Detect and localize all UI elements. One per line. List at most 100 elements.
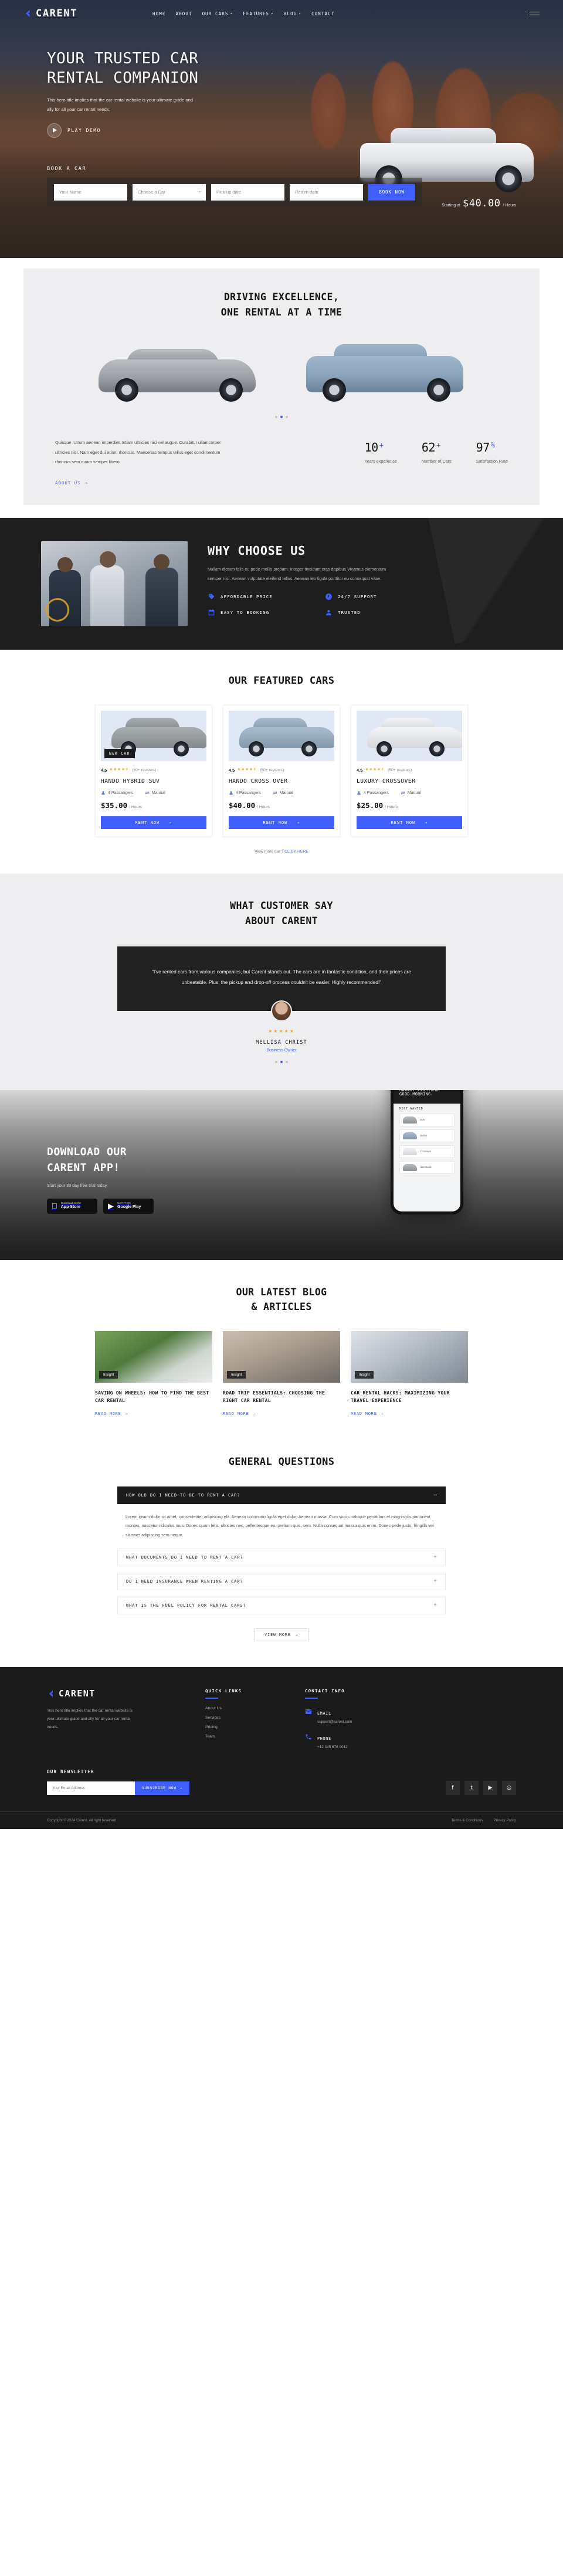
choose-car-select[interactable]: Choose a Car ▾ xyxy=(133,184,206,201)
subscribe-now-button[interactable]: SUBSCRIBE NOW → xyxy=(135,1781,190,1795)
main-navigation: HOME ABOUT OUR CARS ▾ FEATURES ▾ BLOG ▾ CON… xyxy=(152,11,334,16)
blog-title: OUR LATEST BLOG & ARTICLES xyxy=(236,1286,327,1313)
car-name: HANDO HYBRID SUV xyxy=(101,778,160,785)
read-more-link[interactable]: READ MORE → xyxy=(223,1411,256,1416)
view-more-cars-link[interactable]: CLICK HERE xyxy=(284,850,308,854)
phone-list-item[interactable]: SUV xyxy=(399,1113,455,1126)
read-more-link[interactable]: READ MORE → xyxy=(95,1411,128,1416)
logo-link[interactable]: CARENT xyxy=(23,8,77,19)
play-icon[interactable] xyxy=(47,123,62,138)
testimonial-title: WHAT CUSTOMER SAY ABOUT CARENT xyxy=(230,900,333,926)
phone-list-item[interactable]: Crossover xyxy=(399,1145,455,1158)
car-rating: 4.5 ★★★★⯨ (50+ reviews) xyxy=(101,768,157,773)
car-card[interactable]: NEW CAR 4.5 ★★★★⯨ (50+ reviews) HANDO HY… xyxy=(95,705,212,837)
price-tag-icon xyxy=(208,593,215,600)
twitter-icon[interactable]: t xyxy=(464,1780,479,1795)
faq-question-toggle[interactable]: HOW OLD DO I NEED TO BE TO RENT A CAR? – xyxy=(117,1486,446,1504)
star-rating-icon: ★★★★⯨ xyxy=(109,768,128,772)
car-passengers: 4 Passangers xyxy=(229,790,261,795)
contact-email[interactable]: EMAIL support@carent.com xyxy=(305,1707,516,1724)
hero-title: YOUR TRUSTED CAR RENTAL COMPANION xyxy=(47,49,516,89)
carousel-dot[interactable] xyxy=(286,1060,288,1063)
faq-question-toggle[interactable]: DO I NEED INSURANCE WHEN RENTING A CAR? … xyxy=(117,1573,446,1591)
showcase-suv-image xyxy=(300,337,470,403)
why-choose-us-title: WHY CHOOSE US xyxy=(208,544,306,558)
play-demo-row[interactable]: PLAY DEMO xyxy=(47,123,516,138)
car-price: $35.00 xyxy=(101,801,128,810)
carousel-dot-active[interactable] xyxy=(280,1060,283,1063)
price-unit: / Hours xyxy=(503,203,516,208)
nav-item-blog[interactable]: BLOG ▾ xyxy=(284,11,301,16)
nav-item-our-cars[interactable]: OUR CARS ▾ xyxy=(202,11,233,16)
google-play-button[interactable]: ▶ GET IT ON Google Play xyxy=(103,1198,154,1214)
privacy-link[interactable]: Privacy Policy xyxy=(493,1818,516,1822)
stat-satisfaction-rate: 97% Satisfaction Rate xyxy=(476,440,508,464)
instagram-icon[interactable]: ◎ xyxy=(502,1780,516,1795)
footer-link-team[interactable]: Team xyxy=(205,1735,282,1739)
app-store-button[interactable]:  Download on the App Store xyxy=(47,1198,97,1214)
read-more-link[interactable]: READ MORE → xyxy=(351,1411,384,1416)
name-input[interactable] xyxy=(54,184,127,201)
faq-question-toggle[interactable]: WHAT IS THE FUEL POLICY FOR RENTAL CARS?… xyxy=(117,1597,446,1615)
car-thumbnail: NEW CAR xyxy=(101,711,206,762)
blog-post[interactable]: Insight CAR RENTAL HACKS: MAXIMIZING YOU… xyxy=(351,1331,468,1418)
hamburger-menu-icon[interactable] xyxy=(530,10,540,18)
nav-item-contact[interactable]: CONTACT xyxy=(311,11,334,16)
person-icon xyxy=(357,790,361,795)
book-a-car-label: BOOK A CAR xyxy=(47,165,87,172)
page-root: CARENT HOME ABOUT OUR CARS ▾ FEATURES ▾ BL… xyxy=(0,0,563,1829)
terms-link[interactable]: Terms & Conditions xyxy=(452,1818,483,1822)
hero-section: CARENT HOME ABOUT OUR CARS ▾ FEATURES ▾ BL… xyxy=(0,0,563,258)
brand-name: CARENT xyxy=(36,8,78,19)
testimonial-dots[interactable] xyxy=(0,1060,563,1063)
person-icon xyxy=(101,790,106,795)
car-passengers: 4 Passangers xyxy=(101,790,133,795)
footer-logo[interactable]: CARENT xyxy=(47,1688,182,1699)
return-date-input[interactable] xyxy=(290,184,363,201)
phone-section-title: MOST WANTED xyxy=(399,1107,423,1111)
youtube-icon[interactable]: ▶ xyxy=(483,1780,497,1795)
star-rating-icon: ★★★★⯨ xyxy=(365,768,384,772)
phone-list-item[interactable]: Hatchback xyxy=(399,1160,455,1174)
facebook-icon[interactable]: f xyxy=(446,1780,460,1795)
plus-icon: + xyxy=(433,1602,437,1609)
feature-trusted: TRUSTED xyxy=(325,609,425,616)
rent-now-button[interactable]: RENT NOW → xyxy=(357,816,462,830)
rent-now-button[interactable]: RENT NOW → xyxy=(229,816,334,830)
faq-view-more-button[interactable]: VIEW MORE → xyxy=(255,1628,308,1642)
newsletter-email-input[interactable] xyxy=(47,1781,135,1795)
blog-post-tag: Insight xyxy=(227,1370,246,1379)
footer-link-pricing[interactable]: Pricing xyxy=(205,1725,282,1729)
nav-item-about[interactable]: ABOUT xyxy=(175,11,192,16)
quick-links-heading: QUICK LINKS xyxy=(205,1688,242,1694)
pickup-date-input[interactable] xyxy=(211,184,284,201)
phone-list-item[interactable]: Sedan xyxy=(399,1129,455,1142)
blog-post[interactable]: Insight SAVING ON WHEELS: HOW TO FIND TH… xyxy=(95,1331,212,1418)
car-price: $25.00 xyxy=(357,801,384,810)
car-card[interactable]: 4.5 ★★★★⯨ (50+ reviews) LUXURY CROSSOVER… xyxy=(351,705,468,837)
nav-item-home[interactable]: HOME xyxy=(152,11,165,16)
price-amount: $40.00 xyxy=(463,197,501,209)
blog-post-title: SAVING ON WHEELS: HOW TO FIND THE BEST C… xyxy=(95,1390,209,1403)
book-now-button[interactable]: BOOK NOW xyxy=(368,184,415,201)
blog-post[interactable]: Insight ROAD TRIP ESSENTIALS: CHOOSING T… xyxy=(223,1331,340,1418)
car-transmission: Manual xyxy=(273,790,293,795)
hero-title-line-2: RENTAL COMPANION xyxy=(47,69,199,87)
transmission-icon xyxy=(401,790,405,795)
driving-excellence-section: DRIVING EXCELLENCE, ONE RENTAL AT A TIME… xyxy=(0,258,563,505)
footer-quick-links: QUICK LINKS About Us Services Pricing Te… xyxy=(205,1688,282,1749)
footer-link-about-us[interactable]: About Us xyxy=(205,1706,282,1710)
chevron-left-logo-icon xyxy=(47,1689,56,1698)
nav-item-features[interactable]: FEATURES ▾ xyxy=(243,11,274,16)
footer-link-services[interactable]: Services xyxy=(205,1716,282,1720)
car-card[interactable]: 4.5 ★★★★⯨ (50+ reviews) HANDO CROSS OVER… xyxy=(223,705,340,837)
contact-phone[interactable]: PHONE +12 345 678 9012 xyxy=(305,1732,516,1749)
arrow-right-icon: → xyxy=(253,1411,256,1417)
arrow-right-icon: → xyxy=(297,820,300,826)
about-us-link[interactable]: ABOUT US → xyxy=(55,480,88,486)
showcase-sedan-image xyxy=(93,337,263,403)
carousel-dot[interactable] xyxy=(275,1060,277,1063)
faq-question-toggle[interactable]: WHAT DOCUMENTS DO I NEED TO RENT A CAR? … xyxy=(117,1549,446,1567)
faq-item: HOW OLD DO I NEED TO BE TO RENT A CAR? –… xyxy=(117,1486,446,1543)
rent-now-button[interactable]: RENT NOW → xyxy=(101,816,206,830)
